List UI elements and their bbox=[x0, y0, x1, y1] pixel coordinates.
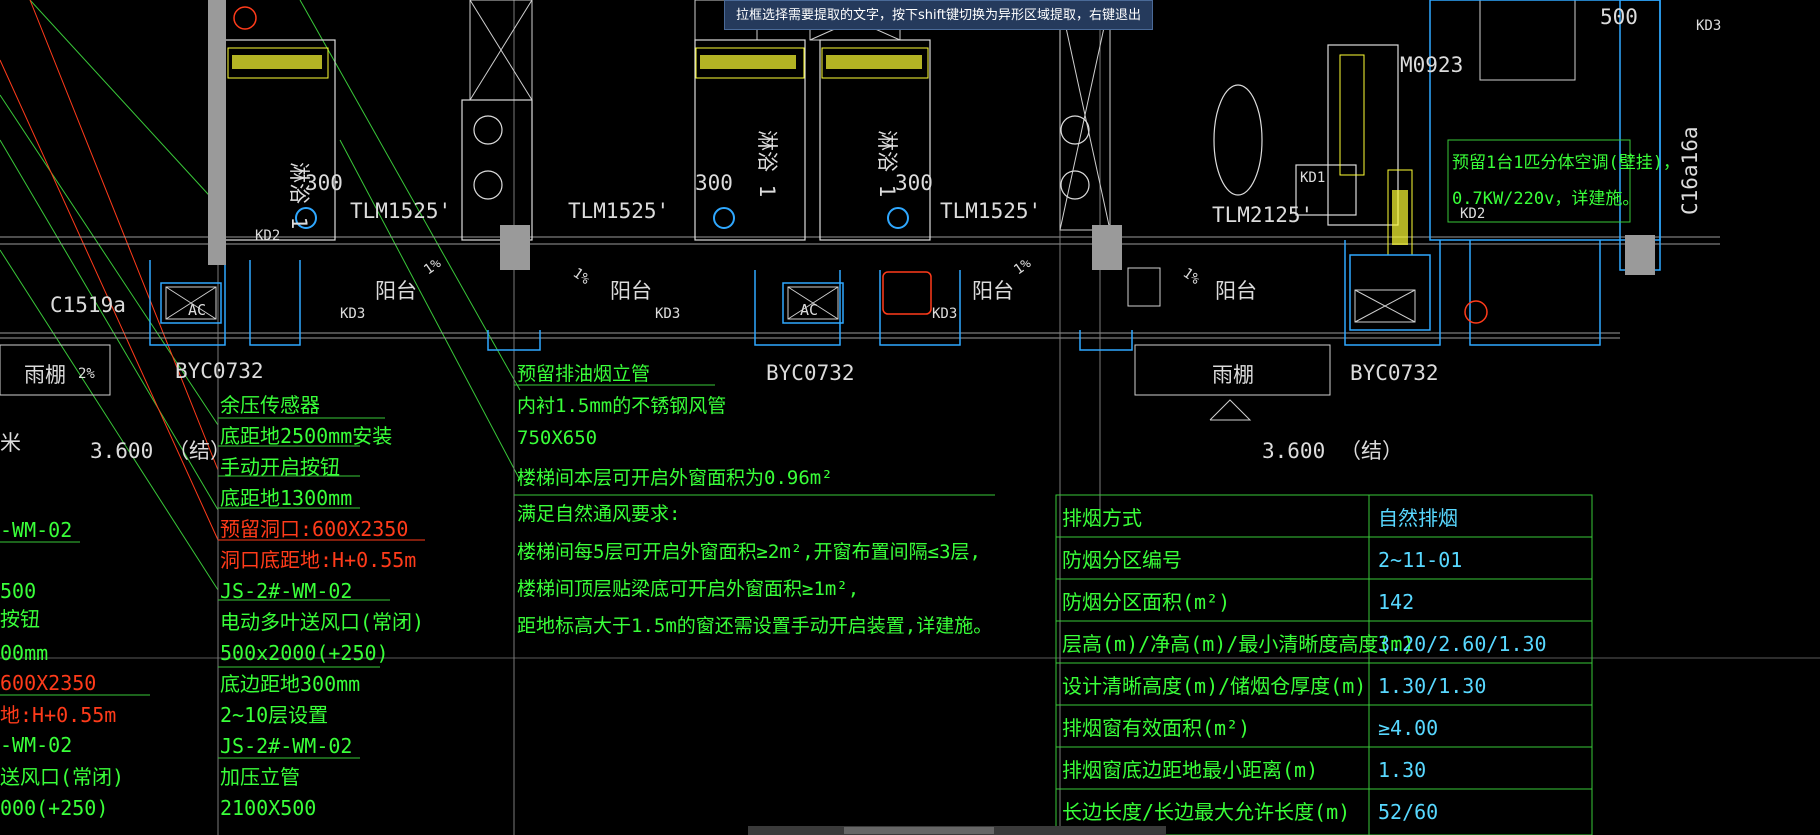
slope-label: 1% bbox=[421, 255, 444, 278]
slope-label: 2% bbox=[78, 366, 95, 382]
table-value: 自然排烟 bbox=[1378, 506, 1458, 530]
note-line: 内衬1.5mm的不锈钢风管 bbox=[517, 395, 726, 417]
note-line: 地:H+0.55m bbox=[0, 703, 116, 727]
dim-label: 500 bbox=[1600, 5, 1638, 29]
note-line: -WM-02 bbox=[0, 518, 72, 542]
note-line: 楼梯间顶层贴梁底可开启外窗面积≥1m², bbox=[517, 578, 859, 600]
smoke-table: 排烟方式 自然排烟防烟分区编号 2~11-01 防烟分区面积(m²) 142 层高(m)/… bbox=[1062, 506, 1547, 824]
window-tag: TLM2125' bbox=[1212, 203, 1313, 227]
slope-label: 1% bbox=[1011, 255, 1034, 278]
note-line: 满足自然通风要求: bbox=[517, 503, 680, 525]
dim-label: 300 bbox=[895, 171, 933, 195]
balcony-label: 阳台 bbox=[972, 279, 1014, 303]
canopy-label: 雨棚 bbox=[24, 363, 66, 387]
note-line: 送风口(常闭) bbox=[0, 765, 124, 789]
room-name: 淋浴 1 bbox=[755, 130, 779, 197]
note-line: -WM-02 bbox=[0, 733, 72, 757]
note-line: 500 bbox=[0, 579, 36, 603]
extract-hint-tooltip: 拉框选择需要提取的文字，按下shift键切换为异形区域提取，右键退出 bbox=[724, 0, 1153, 30]
table-value: 2~11-01 bbox=[1378, 548, 1462, 572]
ac-note: 0.7KW/220v，详建施。 bbox=[1452, 189, 1639, 209]
table-value: 1.30 bbox=[1378, 758, 1426, 782]
note-line: 楼梯间本层可开启外窗面积为0.96m² bbox=[517, 467, 833, 489]
level-value: 3.600 bbox=[90, 439, 153, 463]
table-label: 层高(m)/净高(m)/最小清晰度高度(m) bbox=[1062, 632, 1414, 656]
window-tag: C16a16a bbox=[1678, 126, 1702, 215]
note-line: 750X650 bbox=[517, 427, 597, 449]
note-line: 2100X500 bbox=[220, 796, 316, 820]
notes-middle: 预留排油烟立管内衬1.5mm的不锈钢风管 750X650 楼梯间本层可开启外窗面积为… bbox=[517, 363, 992, 637]
ac-note: 预留1台1匹分体空调(壁挂)， bbox=[1452, 153, 1680, 173]
note-line: 底边距地300mm bbox=[220, 672, 360, 696]
horizontal-scrollbar[interactable] bbox=[748, 826, 1166, 835]
balcony-label: 阳台 bbox=[1215, 279, 1257, 303]
kd-tag: KD3 bbox=[340, 306, 365, 322]
level-suffix: （结） bbox=[1340, 439, 1403, 463]
table-value: 1.30/1.30 bbox=[1378, 674, 1486, 698]
kd-tag: KD3 bbox=[655, 306, 680, 322]
table-label: 防烟分区编号 bbox=[1062, 548, 1182, 572]
slope-label: 1% bbox=[570, 265, 593, 288]
level-value: 3.600 bbox=[1262, 439, 1325, 463]
byc-tag: BYC0732 bbox=[1350, 361, 1439, 385]
cut-text: 米 bbox=[0, 431, 21, 455]
door-tag: M0923 bbox=[1400, 53, 1463, 77]
window-tag: C1519a bbox=[50, 293, 126, 317]
note-line: 预留洞口:600X2350 bbox=[220, 517, 408, 541]
note-line: 000(+250) bbox=[0, 796, 108, 820]
scrollbar-thumb[interactable] bbox=[844, 827, 994, 834]
dim-label: 300 bbox=[305, 171, 343, 195]
balcony-label: 阳台 bbox=[610, 279, 652, 303]
cad-drawing-canvas[interactable]: 淋浴 1 淋浴 1 淋浴 1 TLM1525' TLM1525' TLM1525… bbox=[0, 0, 1820, 835]
table-value: ≥4.00 bbox=[1378, 716, 1438, 740]
note-line: 电动多叶送风口(常闭) bbox=[220, 610, 424, 634]
ac-label: AC bbox=[188, 301, 206, 319]
notes-column: 余压传感器底距地2500mm安装手动开启按钮底距地1300mm 预留洞口:600X… bbox=[220, 393, 424, 820]
note-line: 500x2000(+250) bbox=[220, 641, 389, 665]
window-tag: TLM1525' bbox=[940, 199, 1041, 223]
table-value: 3.20/2.60/1.30 bbox=[1378, 632, 1547, 656]
balcony-label: 阳台 bbox=[375, 279, 417, 303]
smoke-table-grid bbox=[1055, 494, 1593, 835]
kd-tag: KD3 bbox=[932, 306, 957, 322]
window-tag: TLM1525' bbox=[568, 199, 669, 223]
canopy-label: 雨棚 bbox=[1212, 363, 1254, 387]
table-label: 设计清晰高度(m)/储烟仓厚度(m) bbox=[1062, 674, 1366, 698]
note-line: 预留排油烟立管 bbox=[517, 363, 650, 385]
note-line: 加压立管 bbox=[220, 765, 300, 789]
note-line: 2~10层设置 bbox=[220, 703, 328, 727]
note-line: 手动开启按钮 bbox=[220, 455, 340, 479]
slope-label: 1% bbox=[1180, 265, 1203, 288]
table-label: 排烟方式 bbox=[1062, 506, 1142, 530]
note-line: JS-2#-WM-02 bbox=[220, 734, 352, 758]
note-line: 按钮 bbox=[0, 607, 40, 631]
table-label: 长边长度/长边最大允许长度(m) bbox=[1062, 800, 1350, 824]
table-label: 排烟窗底边距地最小距离(m) bbox=[1062, 758, 1318, 782]
note-line: 楼梯间每5层可开启外窗面积≥2m²,开窗布置间隔≤3层, bbox=[517, 541, 981, 563]
kd-tag: KD3 bbox=[1696, 18, 1721, 34]
note-line: 洞口底距地:H+0.55m bbox=[220, 548, 416, 572]
note-line: 00mm bbox=[0, 641, 48, 665]
window-tag: TLM1525' bbox=[350, 199, 451, 223]
note-line: 余压传感器 bbox=[220, 393, 320, 417]
note-line: 底距地1300mm bbox=[220, 486, 352, 510]
table-value: 52/60 bbox=[1378, 800, 1438, 824]
table-label: 排烟窗有效面积(m²) bbox=[1062, 716, 1250, 740]
dim-label: 300 bbox=[695, 171, 733, 195]
byc-tag: BYC0732 bbox=[766, 361, 855, 385]
notes-column-cut: -WM-02 500 按钮 00mm 600X2350 地:H+0.55m -WM-02 送风… bbox=[0, 518, 124, 820]
kd-tag: KD2 bbox=[255, 228, 280, 244]
table-value: 142 bbox=[1378, 590, 1414, 614]
byc-tag: BYC0732 bbox=[175, 359, 264, 383]
note-line: 底距地2500mm安装 bbox=[220, 424, 392, 448]
ac-label: AC bbox=[800, 301, 818, 319]
note-line: 距地标高大于1.5m的窗还需设置手动开启装置,详建施。 bbox=[517, 615, 992, 637]
kd-tag: KD1 bbox=[1300, 170, 1325, 186]
note-line: 600X2350 bbox=[0, 671, 96, 695]
note-line: JS-2#-WM-02 bbox=[220, 579, 352, 603]
table-label: 防烟分区面积(m²) bbox=[1062, 590, 1230, 614]
